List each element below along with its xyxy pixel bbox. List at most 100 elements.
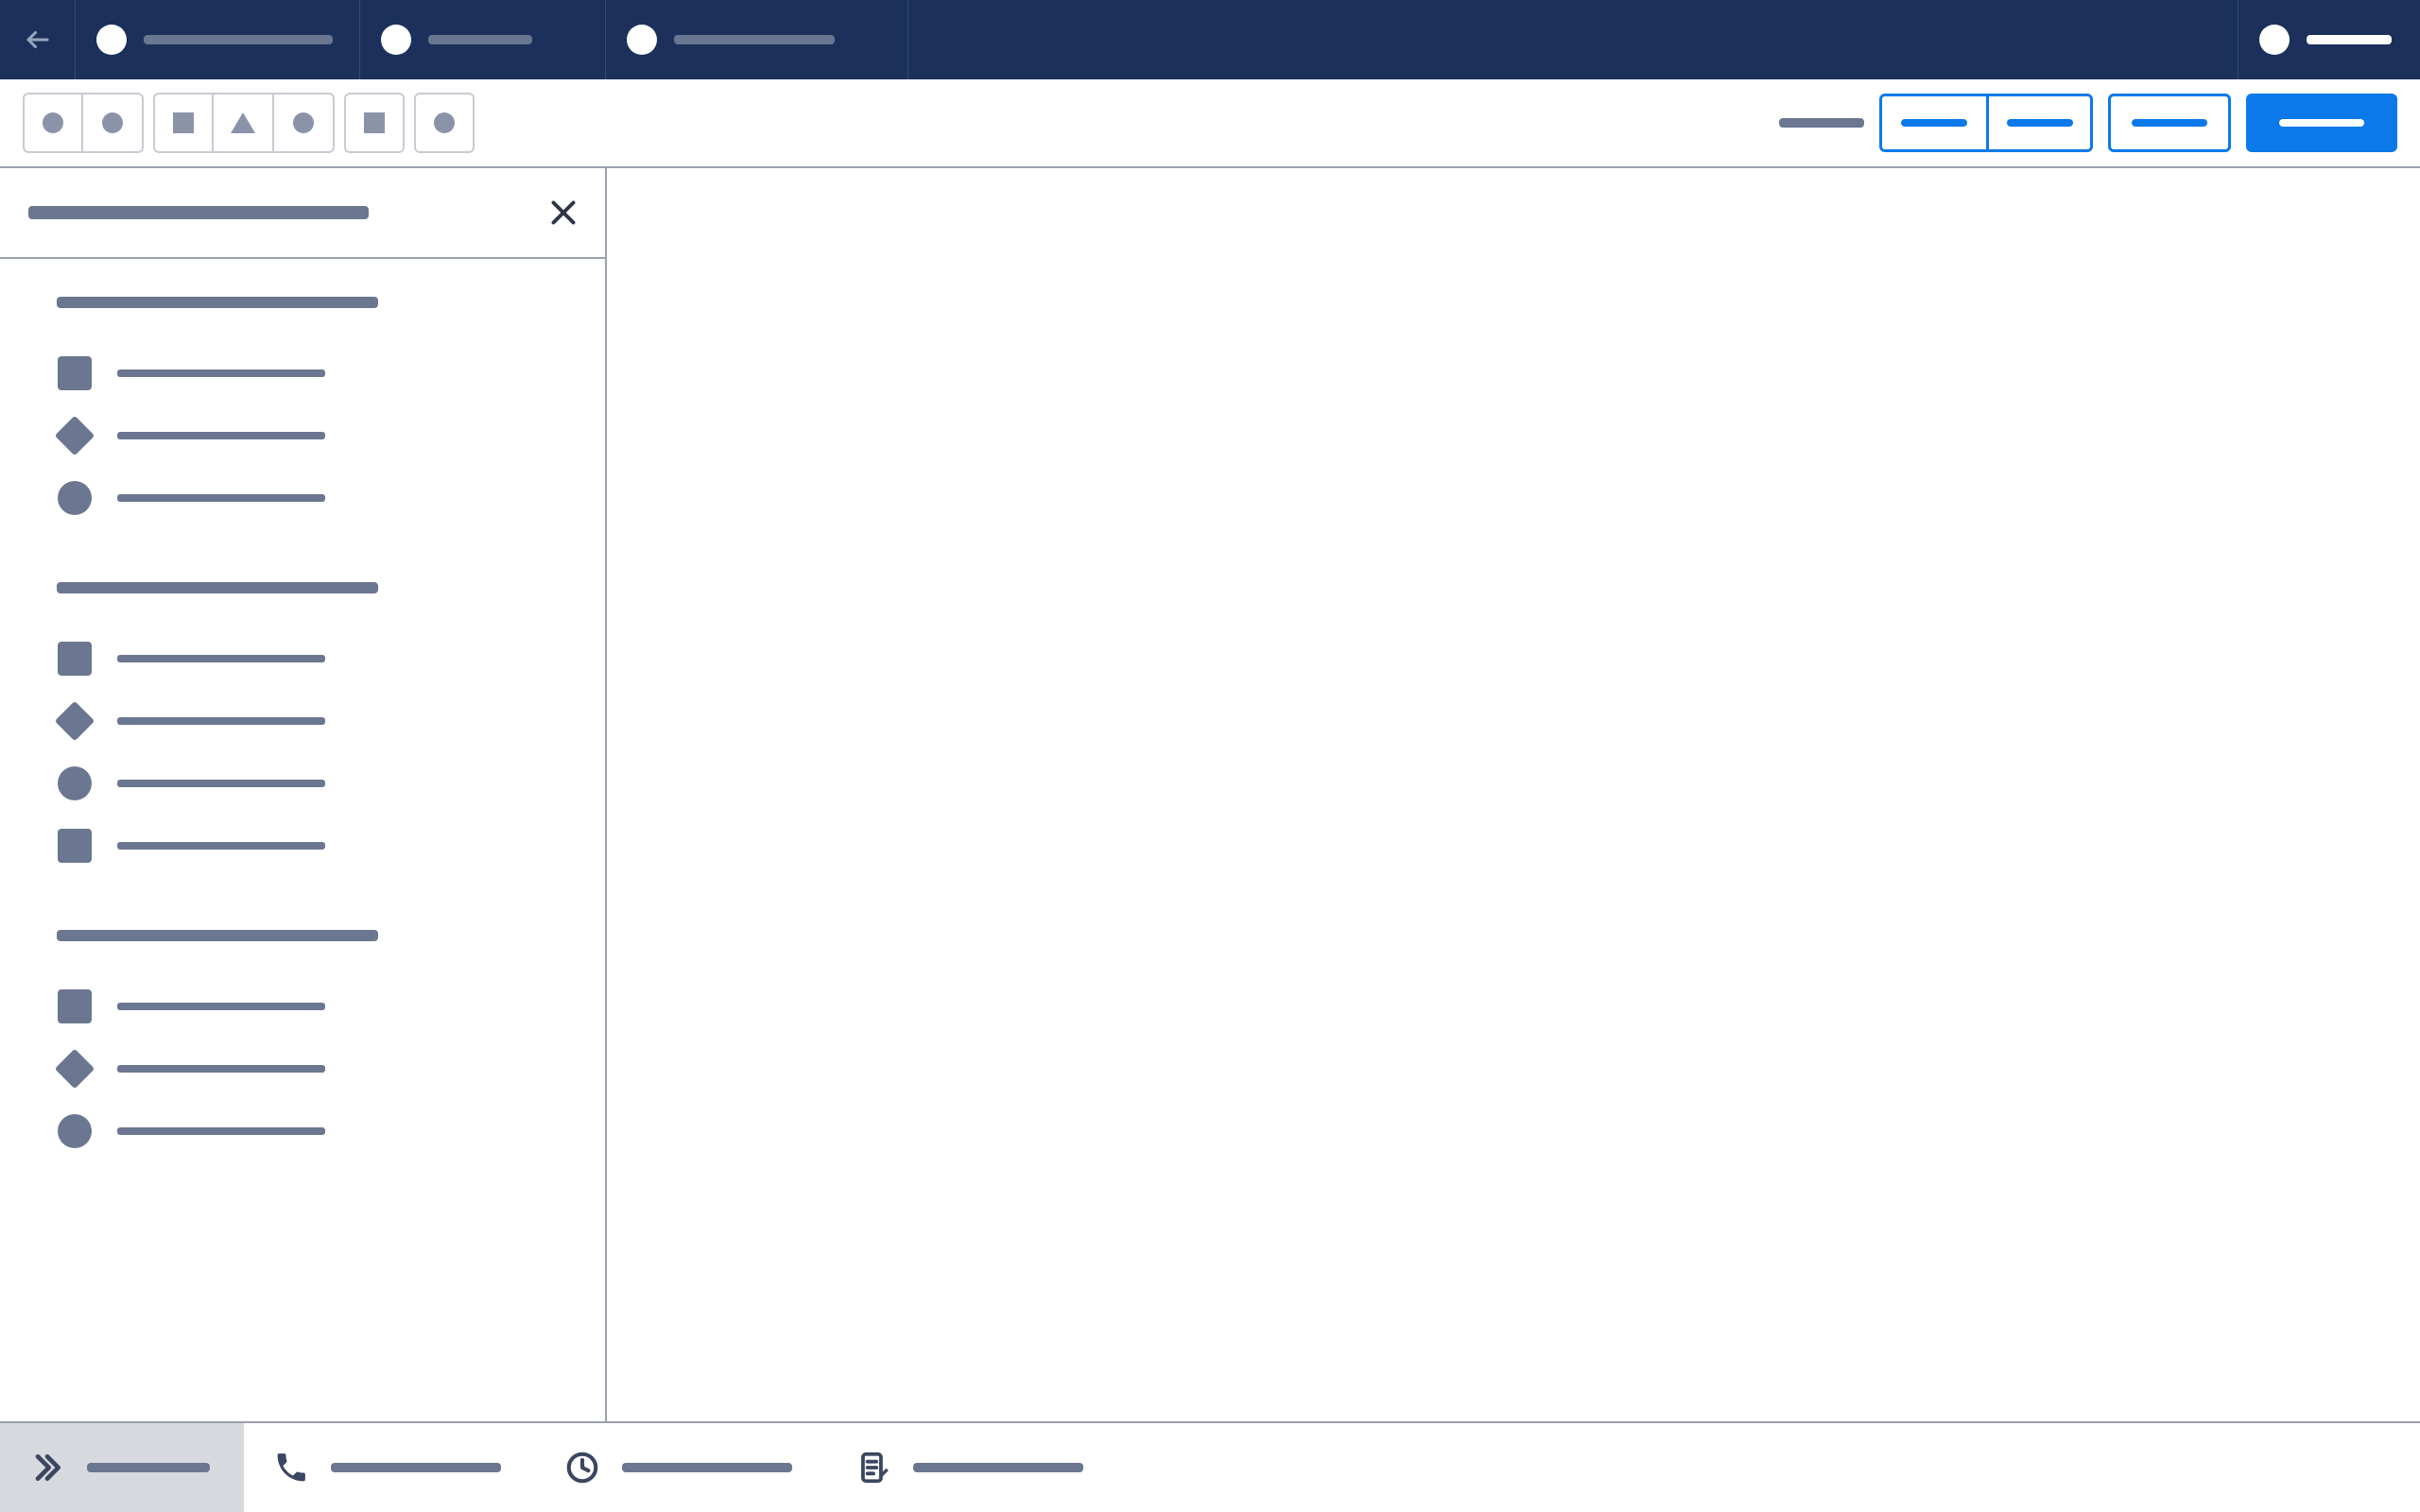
tab-indicator-icon xyxy=(96,25,127,55)
square-icon xyxy=(364,112,385,133)
section-heading xyxy=(57,930,378,941)
bottombar-tab-notes[interactable]: Notes xyxy=(826,1423,1117,1512)
phone-icon xyxy=(272,1449,310,1486)
sidebar-item[interactable]: Item 2 xyxy=(57,690,567,752)
sidebar-item[interactable]: Item 3 xyxy=(57,467,567,529)
section-heading xyxy=(57,582,378,593)
square-icon xyxy=(57,988,93,1024)
segment-label xyxy=(2007,119,2073,127)
diamond-icon xyxy=(57,703,93,739)
sidebar-item-label xyxy=(117,432,325,439)
tab-label xyxy=(428,35,532,44)
sidebar-section: Section 2Item 1Item 2Item 3Item 4 xyxy=(57,582,567,877)
circle-icon xyxy=(43,112,63,133)
sidebar: Panel title Close Section 1Item 1Item 2I… xyxy=(0,168,607,1421)
bottombar-tab-expand[interactable]: Expand xyxy=(0,1423,244,1512)
toolbar: Link Opt A Opt B Action Primary xyxy=(0,79,2420,168)
notes-icon xyxy=(855,1449,892,1486)
tool-circle-3[interactable] xyxy=(274,93,335,153)
bottombar-tab-call[interactable]: Call xyxy=(244,1423,535,1512)
button-label xyxy=(2279,119,2364,127)
primary-button[interactable]: Primary xyxy=(2246,94,2397,152)
square-icon xyxy=(57,355,93,391)
user-label xyxy=(2307,35,2392,44)
circle-icon xyxy=(57,480,93,516)
tool-group-c xyxy=(344,93,405,153)
sidebar-item[interactable]: Item 2 xyxy=(57,1038,567,1100)
sidebar-item[interactable]: Item 1 xyxy=(57,975,567,1038)
back-button[interactable]: Back xyxy=(0,0,76,79)
topbar-tab-1[interactable]: Tab 1 xyxy=(76,0,360,79)
sidebar-item[interactable]: Item 1 xyxy=(57,627,567,690)
sidebar-item[interactable]: Item 4 xyxy=(57,815,567,877)
workspace: Panel title Close Section 1Item 1Item 2I… xyxy=(0,168,2420,1421)
bottombar-tab-label xyxy=(87,1463,210,1472)
sidebar-item-label xyxy=(117,1127,325,1135)
circle-icon xyxy=(102,112,123,133)
segment-label xyxy=(1901,119,1967,127)
circle-icon xyxy=(57,765,93,801)
clock-icon xyxy=(563,1449,601,1486)
arrow-left-icon xyxy=(24,26,52,54)
sidebar-item-label xyxy=(117,655,325,662)
canvas[interactable] xyxy=(607,168,2420,1421)
sidebar-item-label xyxy=(117,494,325,502)
bottombar-tab-history[interactable]: History xyxy=(535,1423,826,1512)
topbar-user[interactable]: User xyxy=(2238,0,2420,79)
topbar-tab-2[interactable]: Tab 2 xyxy=(360,0,606,79)
sidebar-item-label xyxy=(117,1065,325,1073)
bottombar: ExpandCallHistoryNotes xyxy=(0,1421,2420,1512)
sidebar-item-label xyxy=(117,369,325,377)
sidebar-section: Section 1Item 1Item 2Item 3 xyxy=(57,297,567,529)
tab-label xyxy=(144,35,333,44)
sidebar-item-label xyxy=(117,780,325,787)
toolbar-link[interactable] xyxy=(1779,118,1864,128)
tool-circle-4[interactable] xyxy=(414,93,475,153)
circle-icon xyxy=(293,112,314,133)
sidebar-item[interactable]: Item 3 xyxy=(57,1100,567,1162)
sidebar-item[interactable]: Item 3 xyxy=(57,752,567,815)
close-button[interactable] xyxy=(546,196,580,230)
sidebar-body: Section 1Item 1Item 2Item 3 Section 2Item… xyxy=(0,259,605,1421)
bottombar-tab-label xyxy=(913,1463,1083,1472)
tab-indicator-icon xyxy=(627,25,657,55)
segment-right[interactable]: Opt B xyxy=(1986,96,2090,149)
segment-left[interactable]: Opt A xyxy=(1882,96,1986,149)
sidebar-item-label xyxy=(117,717,325,725)
sidebar-item[interactable]: Item 2 xyxy=(57,404,567,467)
tool-square-1[interactable] xyxy=(153,93,214,153)
tool-square-2[interactable] xyxy=(344,93,405,153)
section-heading xyxy=(57,297,378,308)
segmented-control: Opt A Opt B xyxy=(1879,94,2093,152)
tool-circle-2[interactable] xyxy=(83,93,144,153)
sidebar-item-label xyxy=(117,842,325,850)
diamond-icon xyxy=(57,1051,93,1087)
avatar xyxy=(2259,25,2290,55)
triangle-icon xyxy=(231,112,255,133)
sidebar-header: Panel title Close xyxy=(0,168,605,259)
diamond-icon xyxy=(57,418,93,454)
tool-circle-1[interactable] xyxy=(23,93,83,153)
button-label xyxy=(2132,119,2207,127)
square-icon xyxy=(173,112,194,133)
tool-group-a xyxy=(23,93,144,153)
bottombar-tab-label xyxy=(622,1463,792,1472)
topbar-tab-3[interactable]: Tab 3 xyxy=(606,0,908,79)
topbar: Back Tab 1 Tab 2 Tab 3 User xyxy=(0,0,2420,79)
topbar-tabs: Tab 1 Tab 2 Tab 3 xyxy=(76,0,2238,79)
circle-icon xyxy=(57,1113,93,1149)
tab-indicator-icon xyxy=(381,25,411,55)
outline-button[interactable]: Action xyxy=(2108,94,2231,152)
sidebar-title xyxy=(28,206,369,219)
tool-triangle-1[interactable] xyxy=(214,93,274,153)
tool-group-b xyxy=(153,93,335,153)
square-icon xyxy=(57,828,93,864)
sidebar-item[interactable]: Item 1 xyxy=(57,342,567,404)
toolbar-right: Link Opt A Opt B Action Primary xyxy=(1779,94,2397,152)
tool-group-d xyxy=(414,93,475,153)
sidebar-item-label xyxy=(117,1003,325,1010)
circle-icon xyxy=(434,112,455,133)
bottombar-tab-label xyxy=(331,1463,501,1472)
square-icon xyxy=(57,641,93,677)
sidebar-section: Section 3Item 1Item 2Item 3 xyxy=(57,930,567,1162)
